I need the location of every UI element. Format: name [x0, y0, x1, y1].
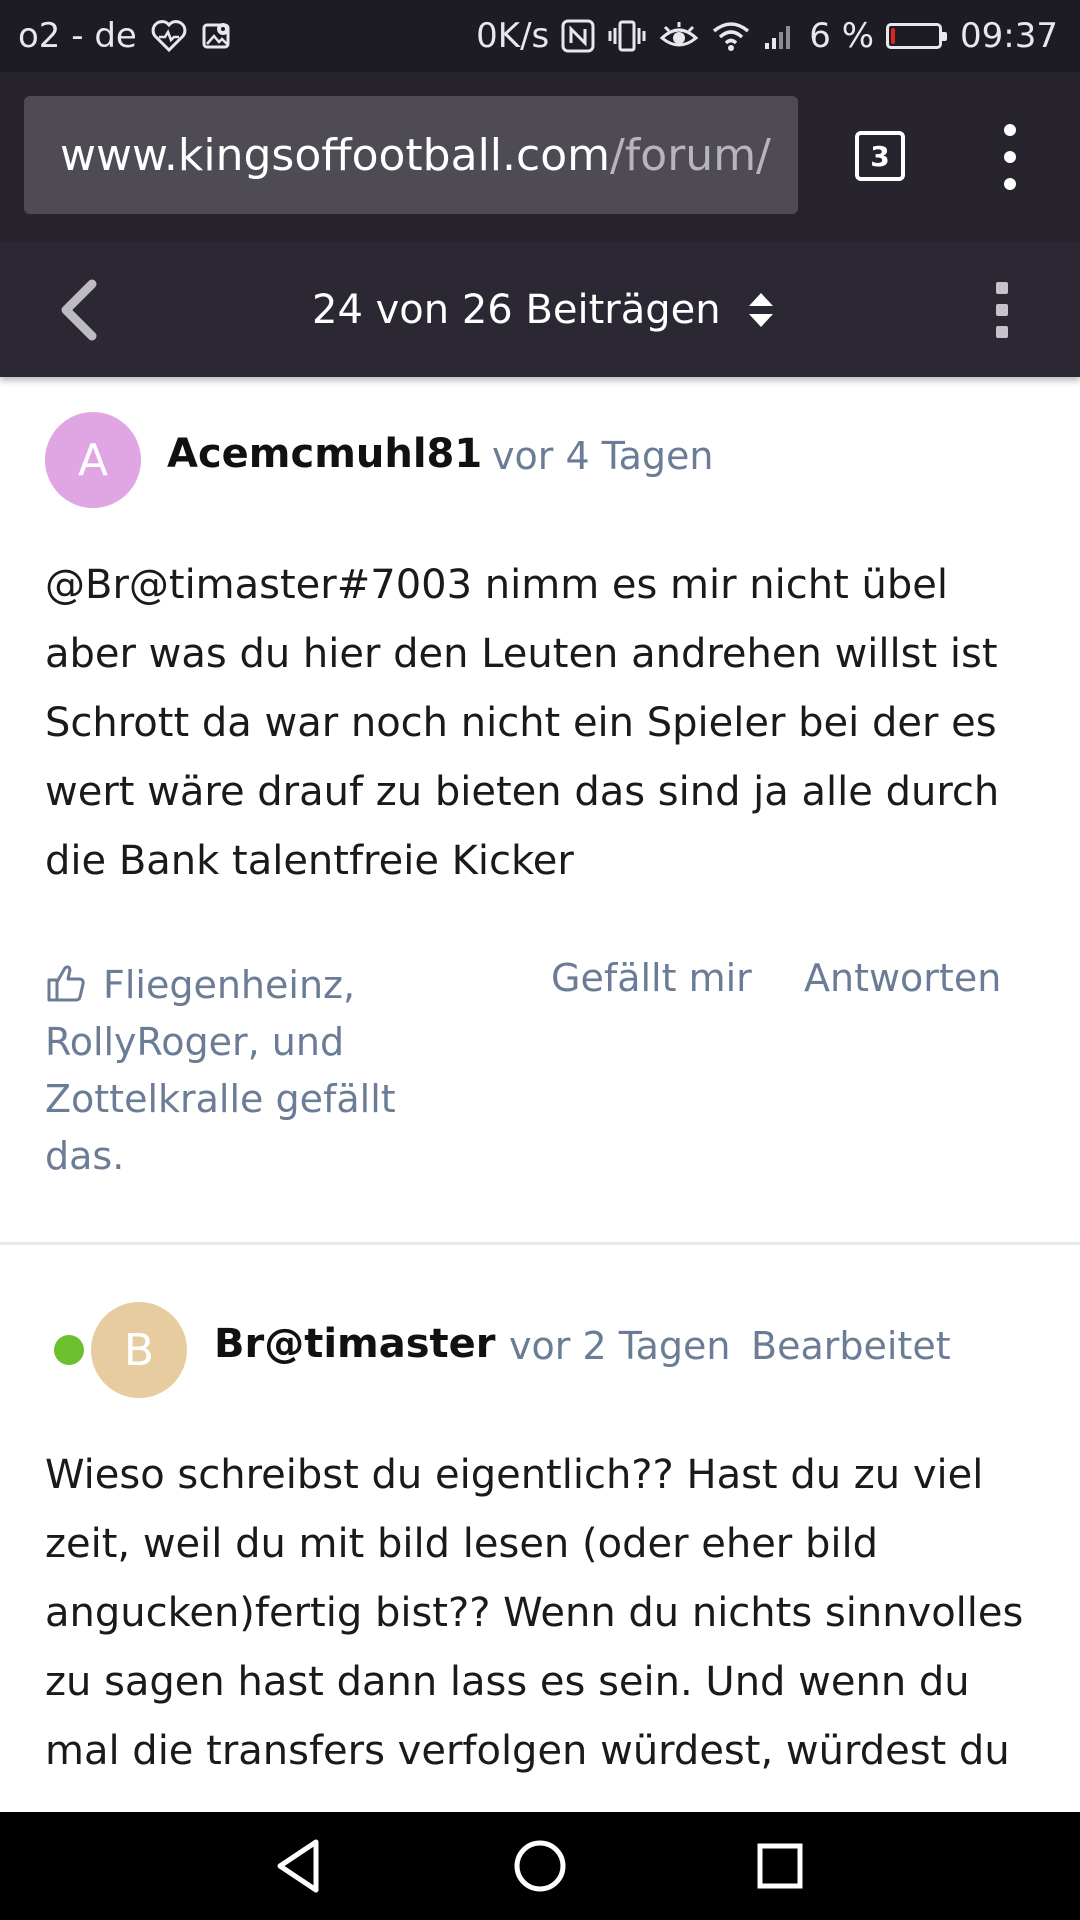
reply-button[interactable]: Antworten [804, 956, 1001, 1000]
browser-menu-button[interactable] [990, 124, 1030, 190]
eye-comfort-icon [659, 19, 699, 53]
network-speed: 0K/s [476, 16, 550, 56]
tab-switcher-button[interactable]: 3 [855, 131, 905, 181]
system-nav-bar [0, 1812, 1080, 1920]
online-status-indicator [54, 1335, 84, 1365]
recents-square-icon[interactable] [750, 1836, 810, 1896]
url-path: /forum/ [609, 129, 771, 181]
nfc-icon [561, 19, 595, 53]
post-body: Wieso schreibst du eigentlich?? Hast du … [45, 1452, 1024, 1774]
avatar[interactable]: A [45, 412, 141, 508]
avatar[interactable]: B [91, 1302, 187, 1398]
status-bar: o2 - de 0K/s 6 % 09:37 [0, 0, 1080, 72]
sort-arrows-icon [748, 292, 773, 327]
like-button[interactable]: Gefällt mir [551, 956, 752, 1000]
post-author[interactable]: Br@timaster [214, 1321, 496, 1367]
clock: 09:37 [960, 16, 1058, 56]
post-timestamp[interactable]: vor 2 Tagen [509, 1324, 731, 1368]
forum-menu-button[interactable] [992, 282, 1012, 338]
likes-summary: Fliegenheinz, RollyRoger, und Zottelkral… [45, 957, 485, 1185]
gallery-location-icon [201, 20, 233, 52]
signal-icon [763, 21, 797, 51]
battery-fill [891, 28, 896, 44]
battery-icon [886, 23, 948, 49]
post-body: @Br@timaster#7003 nimm es mir nicht übel… [45, 562, 1000, 884]
back-arrow-icon[interactable] [52, 278, 112, 342]
post-counter-dropdown[interactable]: 24 von 26 Beiträgen [312, 242, 775, 377]
home-circle-icon[interactable] [510, 1836, 570, 1896]
url-domain: www.kingsoffootball.com [60, 129, 610, 181]
vibrate-icon [607, 19, 647, 53]
thumbs-up-icon [47, 965, 85, 1002]
post-counter-label: 24 von 26 Beiträgen [312, 286, 721, 333]
edited-label: Bearbeitet [751, 1324, 951, 1368]
back-triangle-icon[interactable] [270, 1836, 330, 1896]
url-bar[interactable]: www.kingsoffootball.com/forum/ [24, 96, 798, 214]
browser-toolbar: www.kingsoffootball.com/forum/ 3 [0, 72, 1080, 242]
post-divider [0, 1242, 1080, 1245]
post-author[interactable]: Acemcmuhl81 [167, 431, 482, 477]
tab-count: 3 [870, 139, 890, 173]
battery-percent: 6 % [809, 16, 875, 56]
carrier-label: o2 - de [18, 16, 137, 56]
wifi-icon [711, 19, 751, 53]
health-heart-icon [151, 20, 187, 52]
forum-nav-bar: 24 von 26 Beiträgen [0, 242, 1080, 377]
likes-text: Fliegenheinz, RollyRoger, und Zottelkral… [45, 963, 396, 1178]
post-timestamp[interactable]: vor 4 Tagen [492, 434, 714, 478]
